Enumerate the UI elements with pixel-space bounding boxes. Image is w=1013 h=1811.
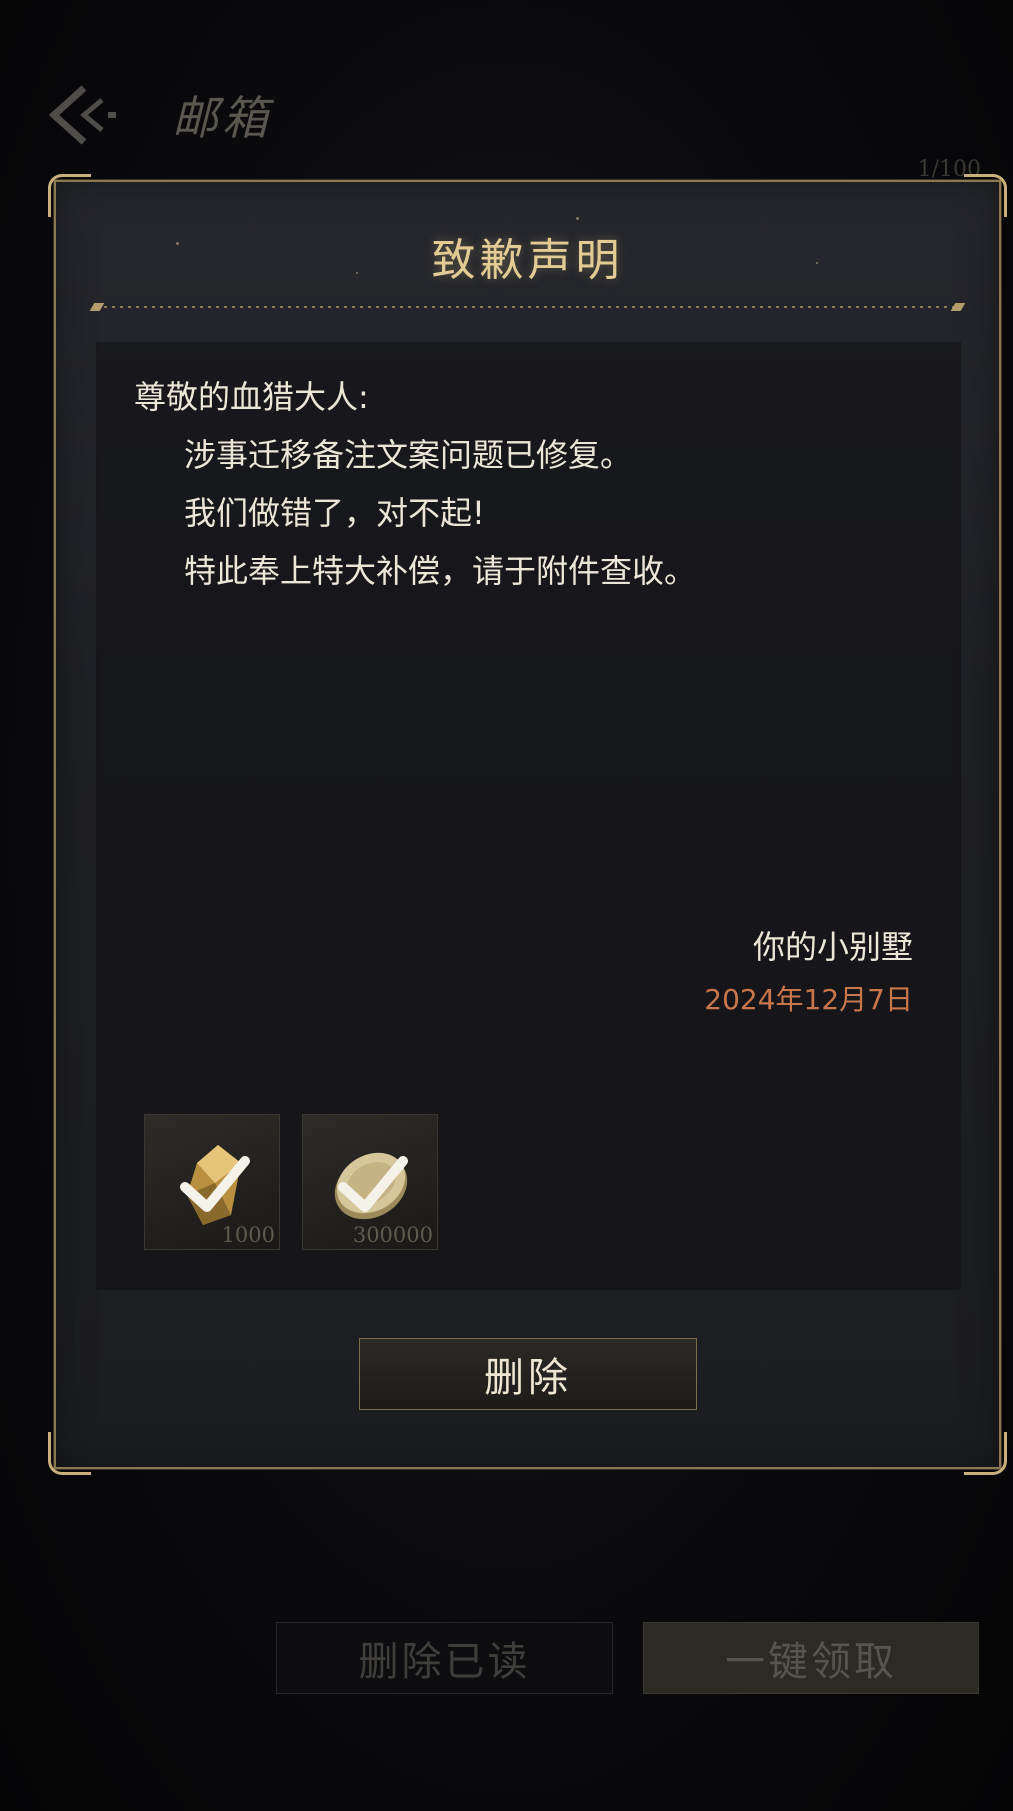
title-divider bbox=[96, 306, 959, 308]
mail-detail-dialog: 致歉声明 尊敬的血猎大人: 涉事迁移备注文案问题已修复。 我们做错了，对不起! … bbox=[48, 174, 1007, 1475]
sparkle-decoration bbox=[576, 217, 579, 220]
frame-corner-ornament bbox=[48, 1432, 91, 1475]
letter-body-line: 涉事迁移备注文案问题已修复。 bbox=[184, 436, 633, 474]
mailbox-title: 邮箱 bbox=[172, 91, 272, 145]
back-arrow-icon[interactable] bbox=[44, 82, 122, 148]
delete-mail-button[interactable]: 删除 bbox=[359, 1338, 697, 1410]
claim-all-button[interactable]: 一键领取 bbox=[643, 1622, 979, 1694]
attachment-slot-crystal[interactable]: 1000 bbox=[144, 1114, 280, 1250]
frame-corner-ornament bbox=[964, 174, 1007, 217]
letter-body-line: 特此奉上特大补偿，请于附件查收。 bbox=[184, 552, 697, 590]
attachment-quantity: 1000 bbox=[221, 1223, 275, 1247]
attachment-slot-coin[interactable]: 300000 bbox=[302, 1114, 438, 1250]
letter-content[interactable]: 尊敬的血猎大人: 涉事迁移备注文案问题已修复。 我们做错了，对不起! 特此奉上特… bbox=[96, 342, 961, 1290]
attachment-quantity: 300000 bbox=[352, 1223, 433, 1247]
letter-date: 2024年12月7日 bbox=[704, 983, 913, 1016]
dialog-title: 致歉声明 bbox=[431, 235, 624, 286]
mailbox-header: 邮箱 1/100 bbox=[0, 0, 1013, 182]
letter-signature: 你的小别墅 bbox=[752, 928, 913, 966]
frame-corner-ornament bbox=[964, 1432, 1007, 1475]
letter-greeting: 尊敬的血猎大人: bbox=[134, 378, 369, 416]
frame-corner-ornament bbox=[48, 174, 91, 217]
claimed-check-icon bbox=[338, 1156, 408, 1212]
delete-read-button[interactable]: 删除已读 bbox=[276, 1622, 613, 1694]
claimed-check-icon bbox=[180, 1156, 250, 1212]
letter-body-line: 我们做错了，对不起! bbox=[184, 494, 485, 532]
